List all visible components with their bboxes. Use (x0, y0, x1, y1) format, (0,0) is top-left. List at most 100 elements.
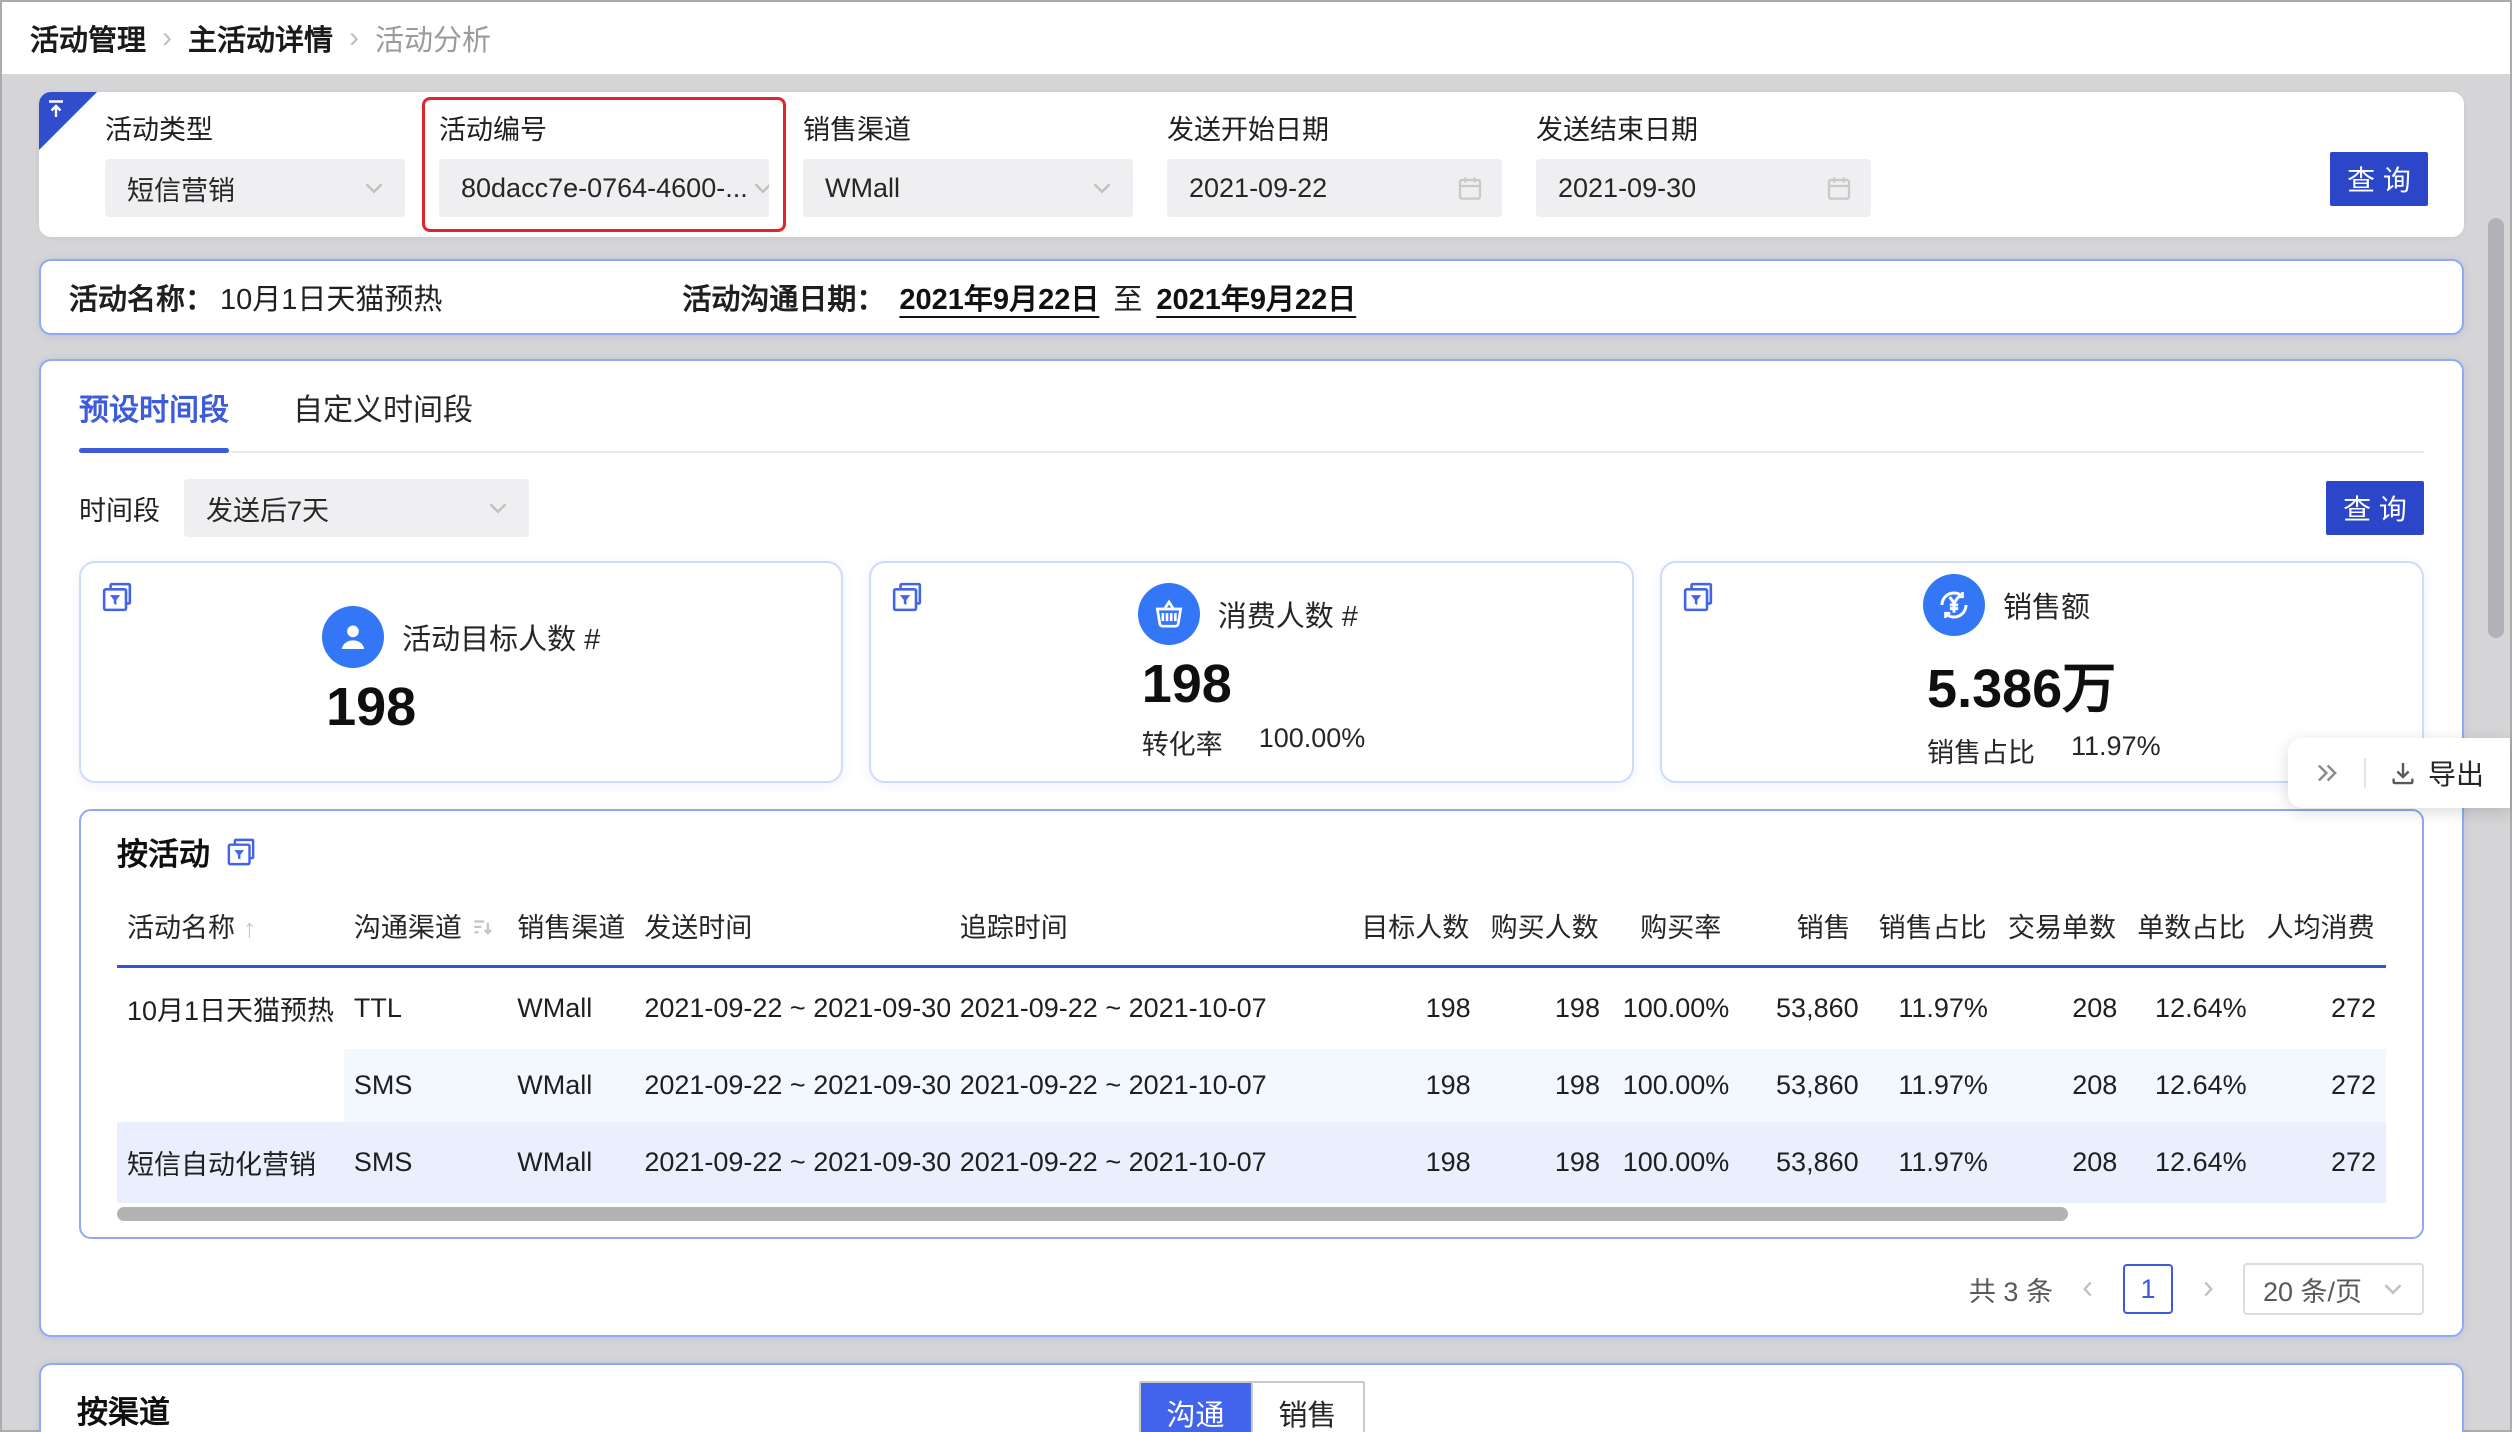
cell: 272 (2257, 1122, 2386, 1203)
stat-value: 198 (322, 676, 416, 738)
card-filter-copy-icon (889, 579, 925, 615)
sales-channel-select[interactable]: WMall (803, 159, 1133, 217)
filter-campaign-id: 活动编号 80dacc7e-0764-4600-... (439, 108, 769, 217)
export-button[interactable]: 导出 (2388, 753, 2484, 793)
cell: 198 (1481, 1122, 1610, 1203)
cell: 2021-09-22 ~ 2021-09-30 (634, 1049, 949, 1122)
cell: SMS (344, 1122, 507, 1203)
by-activity-title: 按活动 (117, 829, 210, 874)
cell: 53,860 (1739, 1122, 1868, 1203)
cell: 208 (1998, 1049, 2127, 1122)
filter-search-button[interactable]: 查 询 (2330, 152, 2428, 206)
campaign-id-select[interactable]: 80dacc7e-0764-4600-... (439, 159, 769, 217)
cell: 短信自动化营销 (117, 1122, 344, 1203)
date-range-to: 至 (1113, 276, 1142, 318)
by-activity-panel: 按活动 活动名称↑沟通渠道销售渠道发送时间追踪时间目标人数购买人数购买率销售销售… (79, 809, 2424, 1239)
filter-send-start-date: 发送开始日期 2021-09-22 (1167, 108, 1502, 217)
cell: 12.64% (2127, 967, 2256, 1050)
filter-sales-channel: 销售渠道 WMall (803, 108, 1133, 217)
chevron-down-icon (2378, 1274, 2408, 1304)
stat-sub-label: 销售占比 (1927, 731, 2035, 770)
cell: 198 (1481, 1049, 1610, 1122)
cell (117, 1049, 344, 1122)
prev-page-button[interactable] (2075, 1276, 2101, 1302)
tab-preset-period[interactable]: 预设时间段 (79, 385, 229, 451)
cell: TTL (344, 967, 507, 1050)
send-start-date-picker[interactable]: 2021-09-22 (1167, 159, 1502, 217)
by-channel-panel: 按渠道 沟通 销售 沟通渠道↓人群目标人数购买人数购买率销售销售占比交易单数单数… (39, 1363, 2464, 1432)
cell: 198 (1351, 1122, 1480, 1203)
cell: 11.97% (1869, 1122, 1998, 1203)
column-header[interactable]: 活动名称↑ (117, 886, 344, 967)
cell: 198 (1481, 967, 1610, 1050)
campaign-dates: 活动沟通日期： 2021年9月22日 至 2021年9月22日 (682, 276, 1356, 318)
breadcrumb-item-main-campaign-detail[interactable]: 主活动详情 (188, 17, 333, 59)
collapse-double-chevron-right-icon[interactable] (2312, 758, 2342, 788)
stat-cards: 活动目标人数 # 198 (79, 561, 2424, 783)
campaign-type-label: 活动类型 (105, 108, 405, 147)
pin-ribbon[interactable] (39, 92, 97, 150)
tab-label: 预设时间段 (79, 394, 229, 427)
column-header[interactable]: 沟通渠道 (344, 886, 507, 967)
by-channel-header: 按渠道 沟通 销售 (77, 1365, 2426, 1432)
send-start-date-label: 发送开始日期 (1167, 108, 1502, 147)
divider (2364, 758, 2366, 788)
download-icon (2388, 758, 2418, 788)
chevron-down-icon (359, 173, 389, 203)
cell: 11.97% (1869, 967, 1998, 1050)
next-page-button[interactable] (2195, 1276, 2221, 1302)
table-row: 短信自动化营销SMSWMall2021-09-22 ~ 2021-09-3020… (117, 1122, 2386, 1203)
page-size-select[interactable]: 20 条/页 (2243, 1263, 2424, 1315)
campaign-name-value: 10月1日天猫预热 (220, 276, 442, 318)
column-header: 追踪时间 (950, 886, 1352, 967)
column-header: 单数占比 (2127, 886, 2256, 967)
pagination: 共 3 条 1 20 条/页 (79, 1263, 2424, 1315)
campaign-start-date-link[interactable]: 2021年9月22日 (899, 276, 1099, 318)
cell: SMS (344, 1049, 507, 1122)
currency-icon (1923, 574, 1985, 636)
period-select[interactable]: 发送后7天 (184, 479, 529, 537)
campaign-id-label: 活动编号 (439, 108, 769, 147)
stat-card-consumers: 消费人数 # 198 转化率 100.00% (869, 561, 1633, 783)
breadcrumb-item-campaign-management[interactable]: 活动管理 (30, 17, 146, 59)
user-icon (322, 606, 384, 668)
tab-custom-period[interactable]: 自定义时间段 (293, 385, 473, 451)
campaign-date-label: 活动沟通日期： (682, 276, 885, 318)
cell: 198 (1351, 967, 1480, 1050)
cell: 2021-09-22 ~ 2021-09-30 (634, 967, 949, 1050)
campaign-id-highlight-box: 活动编号 80dacc7e-0764-4600-... (422, 97, 786, 232)
send-start-date-value: 2021-09-22 (1189, 173, 1327, 204)
campaign-type-select[interactable]: 短信营销 (105, 159, 405, 217)
analysis-panel: 预设时间段 自定义时间段 时间段 发送后7天 查 询 (39, 359, 2464, 1337)
basket-icon (1138, 583, 1200, 645)
toggle-sales[interactable]: 销售 (1251, 1383, 1363, 1432)
page-content: 活动类型 短信营销 活动编号 80dacc7e-0764-4600-... 销售… (2, 74, 2510, 1432)
horizontal-scrollbar[interactable] (117, 1207, 2386, 1221)
page-number[interactable]: 1 (2123, 1264, 2173, 1314)
cell: 12.64% (2127, 1049, 2256, 1122)
stat-subline: 转化率 100.00% (1138, 723, 1366, 762)
stat-label: 消费人数 # (1218, 593, 1358, 635)
vertical-scrollbar[interactable] (2488, 218, 2504, 638)
campaign-type-value: 短信营销 (127, 169, 235, 208)
stat-card-content: 销售额 5.386万 销售占比 11.97% (1923, 574, 2161, 770)
stat-subline: 销售占比 11.97% (1923, 731, 2161, 770)
campaign-info-bar: 活动名称： 10月1日天猫预热 活动沟通日期： 2021年9月22日 至 202… (39, 259, 2464, 335)
send-end-date-picker[interactable]: 2021-09-30 (1536, 159, 1871, 217)
filter-panel: 活动类型 短信营销 活动编号 80dacc7e-0764-4600-... 销售… (39, 92, 2464, 237)
tab-label: 自定义时间段 (293, 394, 473, 427)
toggle-communication[interactable]: 沟通 (1140, 1383, 1250, 1432)
cell: 2021-09-22 ~ 2021-10-07 (950, 1049, 1352, 1122)
cell: 11.97% (1869, 1049, 1998, 1122)
cell: WMall (507, 1049, 634, 1122)
campaign-end-date-link[interactable]: 2021年9月22日 (1156, 276, 1356, 318)
sales-channel-value: WMall (825, 173, 900, 204)
period-search-button[interactable]: 查 询 (2326, 481, 2424, 535)
scrollbar-thumb[interactable] (117, 1207, 2068, 1221)
period-row: 时间段 发送后7天 查 询 (79, 479, 2424, 537)
sales-channel-label: 销售渠道 (803, 108, 1133, 147)
sort-ascending-icon: ↑ (243, 913, 256, 943)
by-channel-title: 按渠道 (77, 1387, 170, 1432)
cell: WMall (507, 967, 634, 1050)
channel-view-toggle: 沟通 销售 (1138, 1381, 1364, 1432)
